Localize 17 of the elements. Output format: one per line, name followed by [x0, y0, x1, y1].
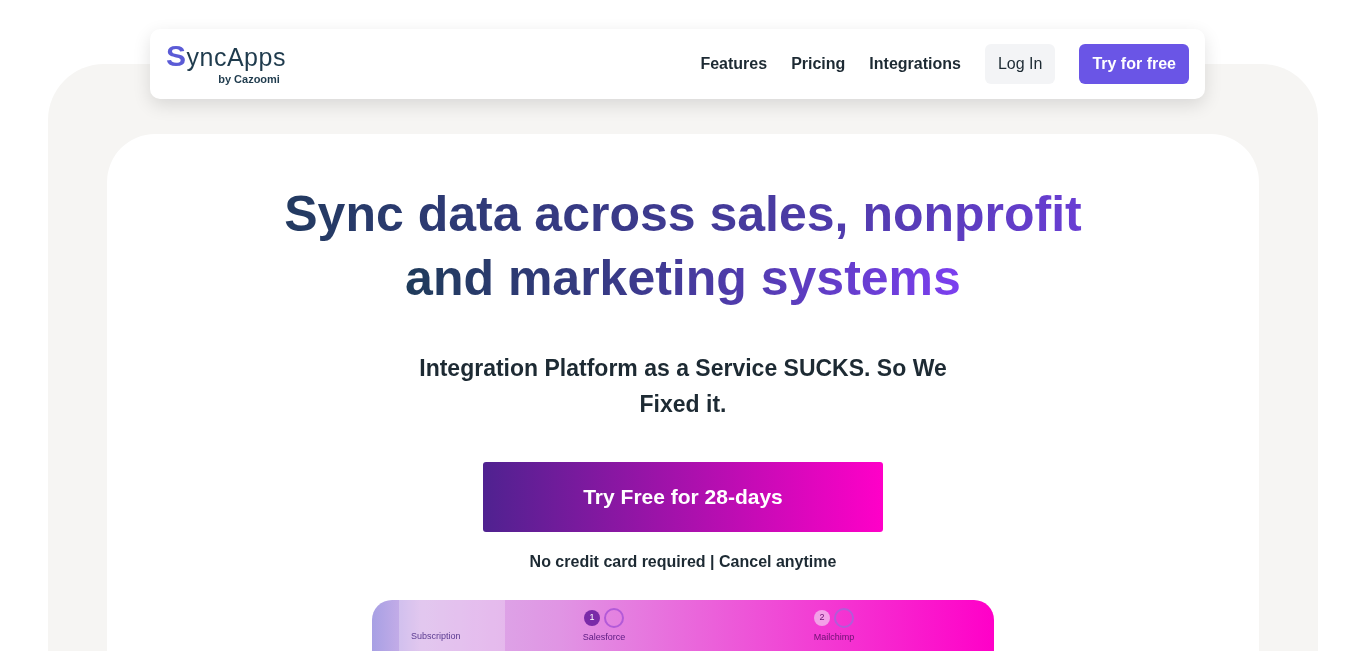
cta-button[interactable]: Try Free for 28-days — [483, 462, 883, 532]
try-free-button[interactable]: Try for free — [1079, 44, 1189, 84]
logo-byline: by Cazoomi — [218, 71, 280, 87]
nav-link[interactable]: Integrations — [869, 52, 961, 76]
nav-link[interactable]: Features — [700, 52, 768, 76]
step-tab[interactable]: 2 Mailchimp — [749, 608, 919, 651]
step-number: 2 — [814, 610, 830, 626]
step-tab[interactable]: 1 Salesforce — [519, 608, 689, 651]
subheadline: Integration Platform as a Service SUCKS. So We Fixed it. — [418, 354, 948, 419]
step-label: Mailchimp — [813, 631, 855, 644]
nav-link[interactable]: Pricing — [791, 52, 846, 76]
step-number: 1 — [584, 610, 600, 626]
cta-note: No credit card required | Cancel anytime — [528, 552, 838, 572]
step-label: Salesforce — [582, 631, 626, 644]
sidebar-item[interactable]: Subscription — [411, 631, 461, 641]
login-button[interactable]: Log In — [984, 44, 1056, 84]
logo-wordmark[interactable]: SyncApps — [166, 40, 286, 71]
